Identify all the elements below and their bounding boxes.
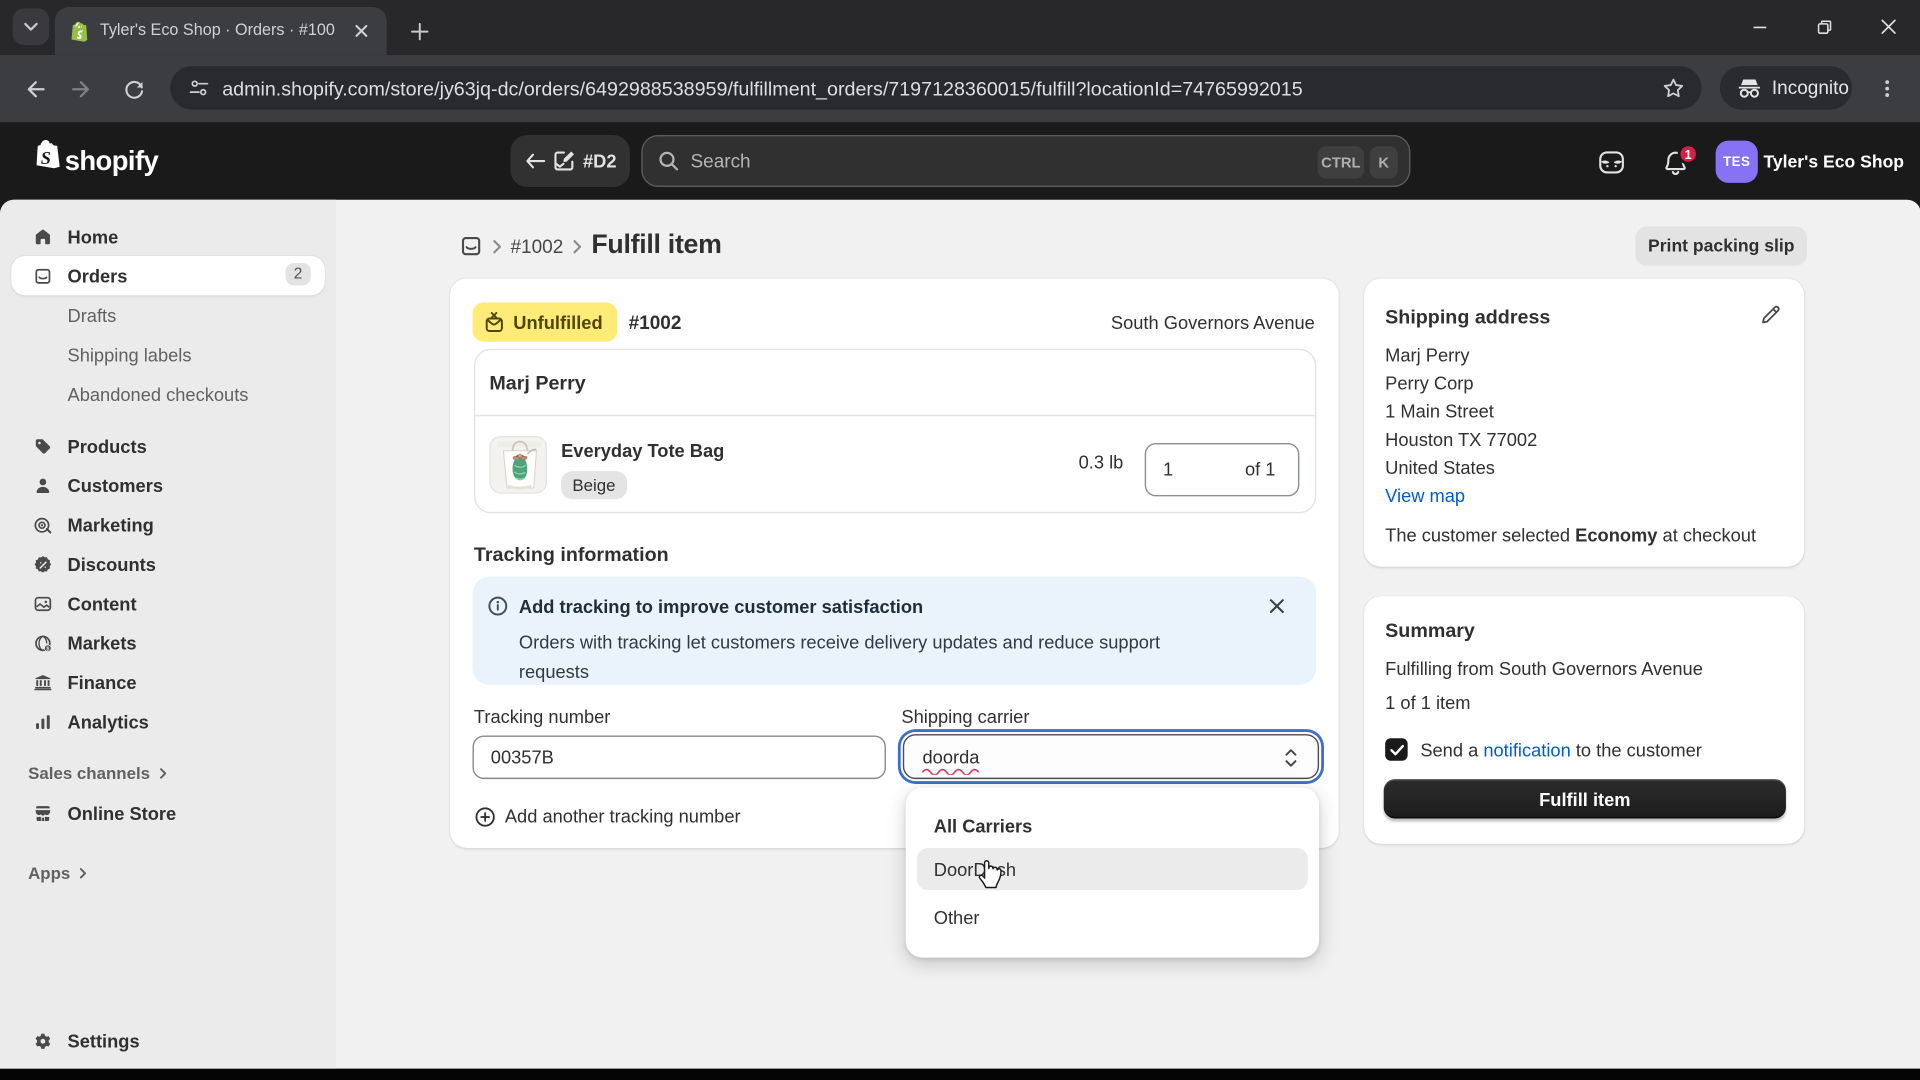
svg-text:S: S: [41, 148, 51, 168]
svg-text:$: $: [46, 646, 49, 652]
svg-text:shopify: shopify: [65, 145, 160, 176]
